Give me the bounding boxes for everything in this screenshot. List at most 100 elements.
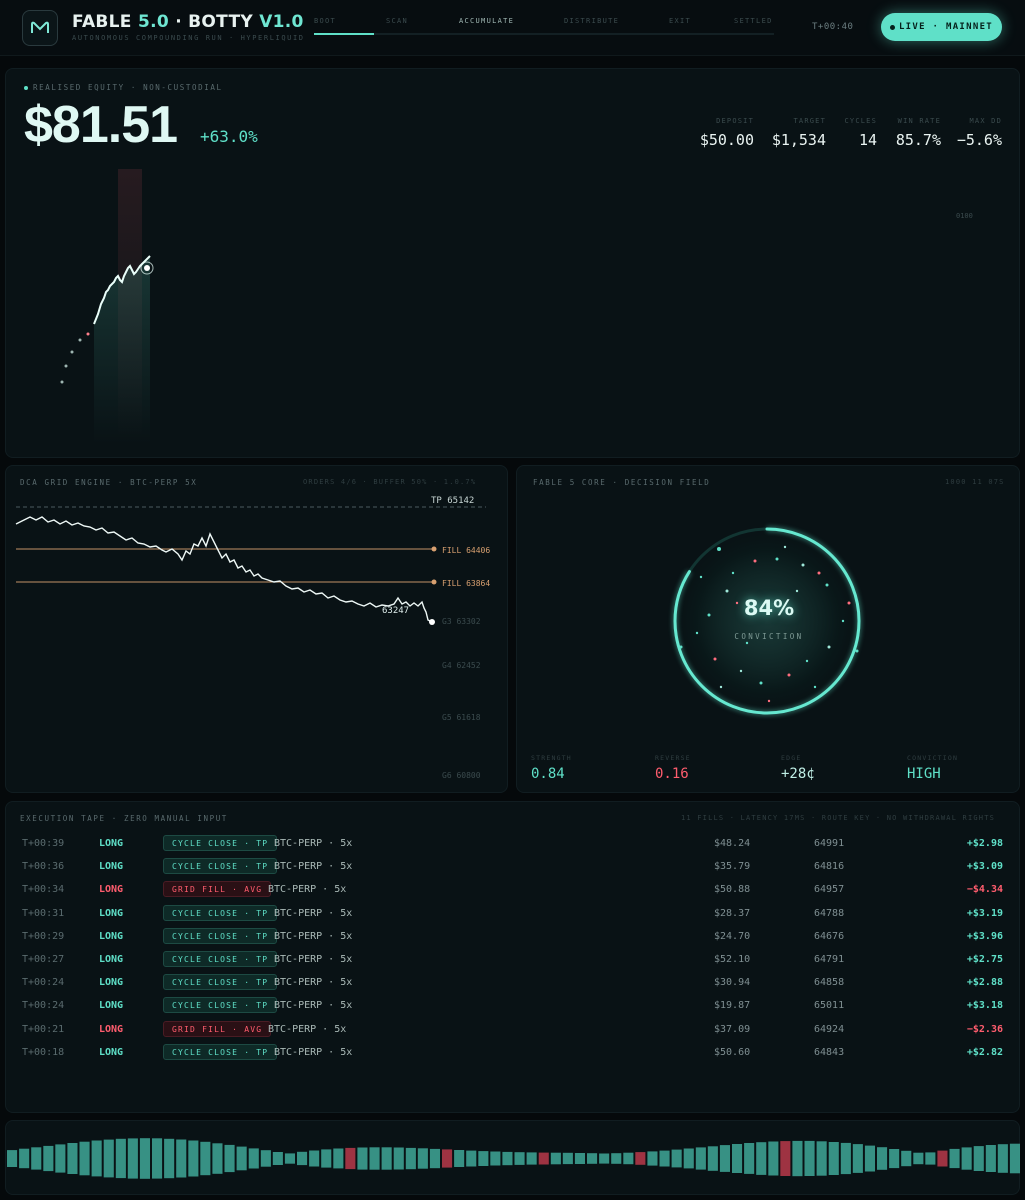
activity-bar — [333, 1148, 344, 1169]
tape-tag: CYCLE CLOSE · TP — [163, 904, 278, 921]
activity-bar — [139, 1138, 150, 1179]
step-accumulate: ACCUMULATE — [459, 17, 515, 25]
tape-pnl: +$3.19 — [966, 907, 1003, 919]
tape-time: T+00:27 — [22, 954, 65, 965]
tape-row[interactable]: T+00:34 LONG GRID FILL · AVG BTC-PERP · 5x $… — [6, 880, 1021, 902]
app-header: FABLE 5.0 · BOTTY V1.0 AUTONOMOUS COMPOU… — [0, 0, 1025, 56]
activity-bar — [272, 1152, 283, 1165]
tape-row[interactable]: T+00:31 LONG CYCLE CLOSE · TP BTC-PERP · 5x… — [6, 904, 1021, 926]
core-panel-title: FABLE 5 CORE · DECISION FIELD — [533, 478, 711, 487]
activity-bar — [31, 1147, 42, 1170]
tape-time: T+00:34 — [22, 884, 65, 896]
tape-amount: $50.60 — [714, 1046, 751, 1058]
tape-symbol: BTC-PERP · 5x — [268, 884, 347, 896]
stat-max-drawdown: MAX DD −5.6% — [956, 117, 1002, 149]
metric-edge: EDGE +28¢ — [781, 754, 815, 782]
tape-row[interactable]: T+00:24 LONG CYCLE CLOSE · TP BTC-PERP · 5x… — [6, 996, 1021, 1018]
activity-bar — [405, 1147, 416, 1170]
logo-mark-icon — [31, 21, 49, 33]
tape-price: 64991 — [814, 838, 845, 849]
activity-bar — [200, 1141, 211, 1176]
tape-panel-meta: 11 FILLS · LATENCY 17MS · ROUTE KEY · NO… — [681, 814, 996, 822]
activity-bar — [780, 1141, 791, 1176]
live-mainnet-button[interactable]: LIVE · MAINNET — [881, 13, 1002, 41]
activity-bar — [611, 1153, 622, 1164]
tape-side: LONG — [99, 838, 124, 849]
equity-curve-chart — [60, 169, 154, 444]
tape-row[interactable]: T+00:18 LONG CYCLE CLOSE · TP BTC-PERP · 5x… — [6, 1043, 1021, 1065]
grid-level-label-g5: G5 61618 — [442, 713, 481, 722]
tape-time: T+00:31 — [22, 907, 65, 919]
grid-last-price: 63247 — [382, 606, 409, 616]
activity-bar — [369, 1147, 380, 1170]
activity-bar — [309, 1150, 320, 1167]
tape-pnl: −$2.36 — [966, 1023, 1003, 1035]
activity-bar — [212, 1143, 223, 1174]
equity-panel: REALISED EQUITY · NON-CUSTODIAL $81.51 +… — [5, 68, 1020, 458]
conviction-label: CONVICTION — [734, 632, 804, 641]
tape-row[interactable]: T+00:39 LONG CYCLE CLOSE · TP BTC-PERP · 5x… — [6, 834, 1021, 856]
phase-progress-track — [314, 33, 774, 35]
phase-stepper: BOOT SCAN ACCUMULATE DISTRIBUTE EXIT SET… — [314, 17, 774, 37]
activity-bar — [695, 1147, 706, 1170]
tape-side: LONG — [99, 1023, 124, 1035]
activity-bar — [574, 1153, 585, 1164]
activity-bar — [937, 1150, 948, 1167]
tape-side: LONG — [99, 884, 124, 896]
grid-level-label-fill-1: FILL 64406 — [442, 546, 490, 555]
activity-bar — [587, 1153, 598, 1164]
activity-bar — [381, 1147, 392, 1170]
tape-symbol: BTC-PERP · 5x — [274, 838, 353, 849]
tape-pnl: +$3.96 — [966, 930, 1003, 942]
tape-tag: CYCLE CLOSE · TP — [163, 858, 278, 875]
app-logo[interactable] — [22, 10, 58, 46]
tape-tag: GRID FILL · AVG — [163, 881, 272, 898]
tape-amount: $52.10 — [714, 954, 751, 965]
tape-time: T+00:21 — [22, 1023, 65, 1035]
activity-bar — [176, 1139, 187, 1178]
tape-symbol: BTC-PERP · 5x — [274, 977, 353, 989]
tape-side: LONG — [99, 977, 124, 989]
tape-amount: $48.24 — [714, 838, 751, 849]
conviction-glow — [667, 521, 867, 721]
tape-row[interactable]: T+00:24 LONG CYCLE CLOSE · TP BTC-PERP · 5x… — [6, 973, 1021, 995]
tape-amount: $30.94 — [714, 977, 751, 989]
tape-row[interactable]: T+00:27 LONG CYCLE CLOSE · TP BTC-PERP · 5x… — [6, 950, 1021, 972]
grid-price-line — [15, 516, 433, 623]
activity-bar — [877, 1147, 888, 1170]
decision-core-panel: FABLE 5 CORE · DECISION FIELD 1000 11 07… — [516, 465, 1020, 793]
execution-tape-panel: EXECUTION TAPE · ZERO MANUAL INPUT 11 FI… — [5, 801, 1020, 1113]
conviction-value: 84% — [743, 596, 795, 620]
tape-row[interactable]: T+00:29 LONG CYCLE CLOSE · TP BTC-PERP · 5x… — [6, 927, 1021, 949]
equity-value: $81.51 — [24, 96, 178, 154]
activity-bar — [1009, 1143, 1020, 1174]
activity-bar — [925, 1152, 936, 1165]
metric-reverse: REVERSE 0.16 — [655, 754, 691, 782]
tape-side: LONG — [99, 861, 124, 873]
activity-bar — [502, 1151, 513, 1166]
tape-side: LONG — [99, 954, 124, 965]
tape-row[interactable]: T+00:36 LONG CYCLE CLOSE · TP BTC-PERP · 5x… — [6, 857, 1021, 879]
tape-row[interactable]: T+00:21 LONG GRID FILL · AVG BTC-PERP · 5x $… — [6, 1020, 1021, 1042]
live-mainnet-label: LIVE · MAINNET — [898, 22, 994, 32]
tape-tag: CYCLE CLOSE · TP — [163, 974, 278, 991]
tape-tag: CYCLE CLOSE · TP — [163, 997, 278, 1014]
activity-bar — [804, 1140, 815, 1176]
activity-bar — [260, 1150, 271, 1167]
tape-symbol: BTC-PERP · 5x — [274, 861, 353, 873]
activity-bar — [744, 1143, 755, 1174]
activity-bar — [357, 1147, 368, 1170]
equity-axis-marker: 0100 — [956, 212, 973, 220]
activity-bar — [490, 1151, 501, 1166]
tape-amount: $24.70 — [714, 930, 751, 942]
activity-bar — [671, 1149, 682, 1168]
grid-level-label-g6: G6 60800 — [442, 771, 481, 780]
activity-bar — [345, 1147, 356, 1170]
tape-price: 64676 — [814, 930, 845, 942]
activity-bar — [623, 1152, 634, 1165]
run-clock: T+00:40 — [812, 22, 854, 32]
grid-level-label-g3: G3 63302 — [442, 617, 481, 626]
equity-change: +63.0% — [200, 127, 258, 146]
tape-amount: $50.88 — [714, 884, 751, 896]
activity-bar — [997, 1144, 1008, 1173]
